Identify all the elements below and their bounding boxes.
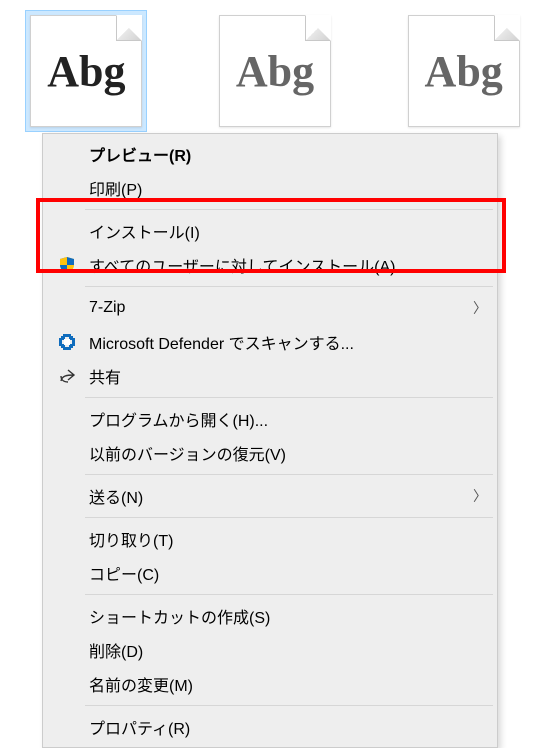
menu-label: プログラムから開く(H)... (81, 407, 487, 431)
font-glyph: Abg (236, 46, 314, 97)
menu-label: プロパティ(R) (81, 715, 487, 739)
menu-label: コピー(C) (81, 561, 487, 585)
menu-delete[interactable]: 削除(D) (45, 633, 495, 667)
menu-separator (85, 286, 493, 287)
menu-label: 共有 (81, 364, 487, 388)
menu-cut[interactable]: 切り取り(T) (45, 522, 495, 556)
menu-defender-scan[interactable]: Microsoft Defender でスキャンする... (45, 325, 495, 359)
font-file-icon: Abg (219, 15, 331, 127)
menu-separator (85, 705, 493, 706)
shield-icon (53, 256, 81, 274)
menu-label: 削除(D) (81, 638, 487, 662)
font-file-icon: Abg (408, 15, 520, 127)
menu-separator (85, 594, 493, 595)
menu-label: Microsoft Defender でスキャンする... (81, 330, 487, 354)
menu-label: すべてのユーザーに対してインストール(A) (81, 253, 487, 277)
menu-install-all-users[interactable]: すべてのユーザーに対してインストール(A) (45, 248, 495, 282)
menu-separator (85, 209, 493, 210)
menu-label: 印刷(P) (81, 176, 487, 200)
menu-label: プレビュー(R) (81, 142, 487, 166)
chevron-right-icon: 〉 (467, 486, 487, 506)
menu-label: 切り取り(T) (81, 527, 487, 551)
menu-label: インストール(I) (81, 219, 487, 243)
menu-restore-previous[interactable]: 以前のバージョンの復元(V) (45, 436, 495, 470)
menu-separator (85, 474, 493, 475)
menu-open-with[interactable]: プログラムから開く(H)... (45, 402, 495, 436)
menu-install[interactable]: インストール(I) (45, 214, 495, 248)
menu-label: 7-Zip (81, 299, 467, 317)
defender-icon (53, 333, 81, 351)
font-glyph: Abg (425, 46, 503, 97)
menu-label: 名前の変更(M) (81, 672, 487, 696)
menu-label: ショートカットの作成(S) (81, 604, 487, 628)
menu-rename[interactable]: 名前の変更(M) (45, 667, 495, 701)
share-icon (53, 367, 81, 385)
menu-label: 送る(N) (81, 484, 467, 508)
context-menu: プレビュー(R) 印刷(P) インストール(I) すべてのユーザーに対してインス… (42, 133, 498, 748)
font-file-icon: Abg (30, 15, 142, 127)
menu-create-shortcut[interactable]: ショートカットの作成(S) (45, 599, 495, 633)
menu-separator (85, 397, 493, 398)
menu-copy[interactable]: コピー(C) (45, 556, 495, 590)
font-glyph: Abg (47, 46, 125, 97)
menu-print[interactable]: 印刷(P) (45, 171, 495, 205)
menu-send-to[interactable]: 送る(N) 〉 (45, 479, 495, 513)
font-file-item[interactable]: Abg (209, 10, 342, 138)
chevron-right-icon: 〉 (467, 298, 487, 318)
menu-share[interactable]: 共有 (45, 359, 495, 393)
menu-preview[interactable]: プレビュー(R) (45, 137, 495, 171)
menu-separator (85, 517, 493, 518)
menu-label: 以前のバージョンの復元(V) (81, 441, 487, 465)
menu-7zip[interactable]: 7-Zip 〉 (45, 291, 495, 325)
